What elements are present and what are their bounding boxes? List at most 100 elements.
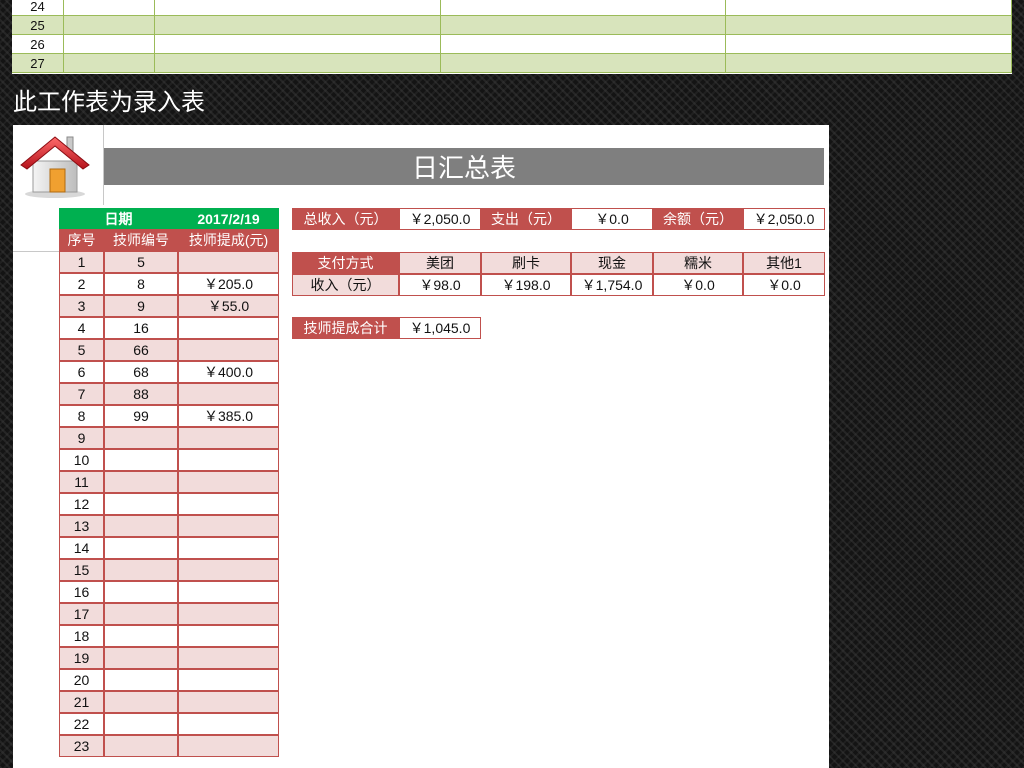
commission-cell[interactable]	[178, 471, 279, 493]
payment-income-cell: ￥0.0	[653, 274, 743, 296]
seq-cell: 16	[59, 581, 104, 603]
sheet-cell[interactable]	[64, 35, 155, 53]
seq-cell: 12	[59, 493, 104, 515]
seq-cell: 5	[59, 339, 104, 361]
sheet-cell[interactable]	[726, 0, 1012, 15]
balance-value: ￥2,050.0	[743, 208, 825, 230]
summary-sheet: 日汇总表 日期 2017/2/19 序号 技师编号 技师提成(元) 1 5 2 8 ￥2…	[13, 125, 829, 768]
tech-id-cell[interactable]	[104, 515, 178, 537]
sheet-cell[interactable]	[64, 16, 155, 34]
tech-id-cell[interactable]	[104, 735, 178, 757]
tech-id-cell[interactable]	[104, 449, 178, 471]
commission-cell[interactable]	[178, 691, 279, 713]
commission-cell[interactable]	[178, 713, 279, 735]
tech-id-cell[interactable]	[104, 625, 178, 647]
seq-cell: 14	[59, 537, 104, 559]
commission-cell[interactable]: ￥400.0	[178, 361, 279, 383]
tech-id-cell[interactable]	[104, 493, 178, 515]
commission-cell[interactable]	[178, 449, 279, 471]
date-value[interactable]: 2017/2/19	[178, 208, 279, 229]
seq-cell: 2	[59, 273, 104, 295]
tech-id-cell[interactable]	[104, 427, 178, 449]
commission-header: 技师提成(元)	[178, 229, 279, 251]
tech-id-cell[interactable]	[104, 471, 178, 493]
tech-id-cell[interactable]: 16	[104, 317, 178, 339]
home-icon[interactable]	[19, 131, 91, 199]
sheet-cell[interactable]	[441, 54, 726, 72]
commission-cell[interactable]	[178, 515, 279, 537]
commission-cell[interactable]	[178, 625, 279, 647]
seq-cell: 18	[59, 625, 104, 647]
sheet-cell[interactable]	[64, 0, 155, 15]
tech-id-cell[interactable]: 66	[104, 339, 178, 361]
seq-cell: 17	[59, 603, 104, 625]
seq-cell: 9	[59, 427, 104, 449]
total-income-value: ￥2,050.0	[399, 208, 481, 230]
commission-cell[interactable]: ￥205.0	[178, 273, 279, 295]
commission-cell[interactable]	[178, 581, 279, 603]
top-sheet-row: 24	[12, 0, 1012, 16]
expense-value[interactable]: ￥0.0	[571, 208, 653, 230]
commission-cell[interactable]: ￥55.0	[178, 295, 279, 317]
tech-id-cell[interactable]: 5	[104, 251, 178, 273]
sheet-cell[interactable]	[155, 16, 441, 34]
tech-id-cell[interactable]: 8	[104, 273, 178, 295]
total-income-label: 总收入（元）	[292, 208, 399, 230]
sheet-cell[interactable]	[726, 35, 1012, 53]
payment-method-label: 支付方式	[292, 252, 399, 274]
commission-cell[interactable]	[178, 647, 279, 669]
top-sheet: 24 25 26 27	[12, 0, 1012, 74]
sheet-cell[interactable]	[441, 35, 726, 53]
tech-id-cell[interactable]: 9	[104, 295, 178, 317]
sheet-cell[interactable]	[726, 16, 1012, 34]
sheet-cell[interactable]	[726, 54, 1012, 72]
row-number: 27	[12, 54, 64, 72]
commission-cell[interactable]	[178, 251, 279, 273]
tech-id-cell[interactable]	[104, 713, 178, 735]
payment-income-cell: ￥198.0	[481, 274, 571, 296]
tech-id-cell[interactable]	[104, 647, 178, 669]
sheet-cell[interactable]	[155, 54, 441, 72]
commission-cell[interactable]	[178, 603, 279, 625]
tech-id-cell[interactable]	[104, 669, 178, 691]
top-sheet-row: 25	[12, 16, 1012, 35]
tech-id-cell[interactable]	[104, 691, 178, 713]
commission-cell[interactable]	[178, 427, 279, 449]
tech-id-cell[interactable]: 99	[104, 405, 178, 427]
payment-income-label: 收入（元）	[292, 274, 399, 296]
sheet-cell[interactable]	[441, 16, 726, 34]
tech-id-cell[interactable]	[104, 559, 178, 581]
commission-cell[interactable]	[178, 339, 279, 361]
sheet-cell[interactable]	[64, 54, 155, 72]
commission-cell[interactable]	[178, 735, 279, 757]
commission-cell[interactable]	[178, 537, 279, 559]
commission-cell[interactable]	[178, 317, 279, 339]
commission-cell[interactable]	[178, 559, 279, 581]
tech-id-cell[interactable]: 88	[104, 383, 178, 405]
sheet-cell[interactable]	[155, 35, 441, 53]
tech-id-cell[interactable]	[104, 581, 178, 603]
sheet-caption: 此工作表为录入表	[13, 88, 205, 116]
top-sheet-row: 27	[12, 54, 1012, 73]
tech-id-cell[interactable]	[104, 537, 178, 559]
tech-id-cell[interactable]: 68	[104, 361, 178, 383]
payment-method-header: 刷卡	[481, 252, 571, 274]
tech-id-cell[interactable]	[104, 603, 178, 625]
commission-cell[interactable]: ￥385.0	[178, 405, 279, 427]
seq-cell: 23	[59, 735, 104, 757]
commission-cell[interactable]	[178, 383, 279, 405]
commission-cell[interactable]	[178, 493, 279, 515]
payment-income-cell: ￥0.0	[743, 274, 825, 296]
payment-method-header: 美团	[399, 252, 481, 274]
commission-cell[interactable]	[178, 669, 279, 691]
commission-total-label: 技师提成合计	[292, 317, 399, 339]
seq-cell: 10	[59, 449, 104, 471]
seq-cell: 21	[59, 691, 104, 713]
sheet-cell[interactable]	[441, 0, 726, 15]
payment-income-cell: ￥1,754.0	[571, 274, 653, 296]
top-sheet-row: 26	[12, 35, 1012, 54]
sheet-cell[interactable]	[155, 0, 441, 15]
seq-header: 序号	[59, 229, 104, 251]
payment-income-cell: ￥98.0	[399, 274, 481, 296]
seq-cell: 8	[59, 405, 104, 427]
